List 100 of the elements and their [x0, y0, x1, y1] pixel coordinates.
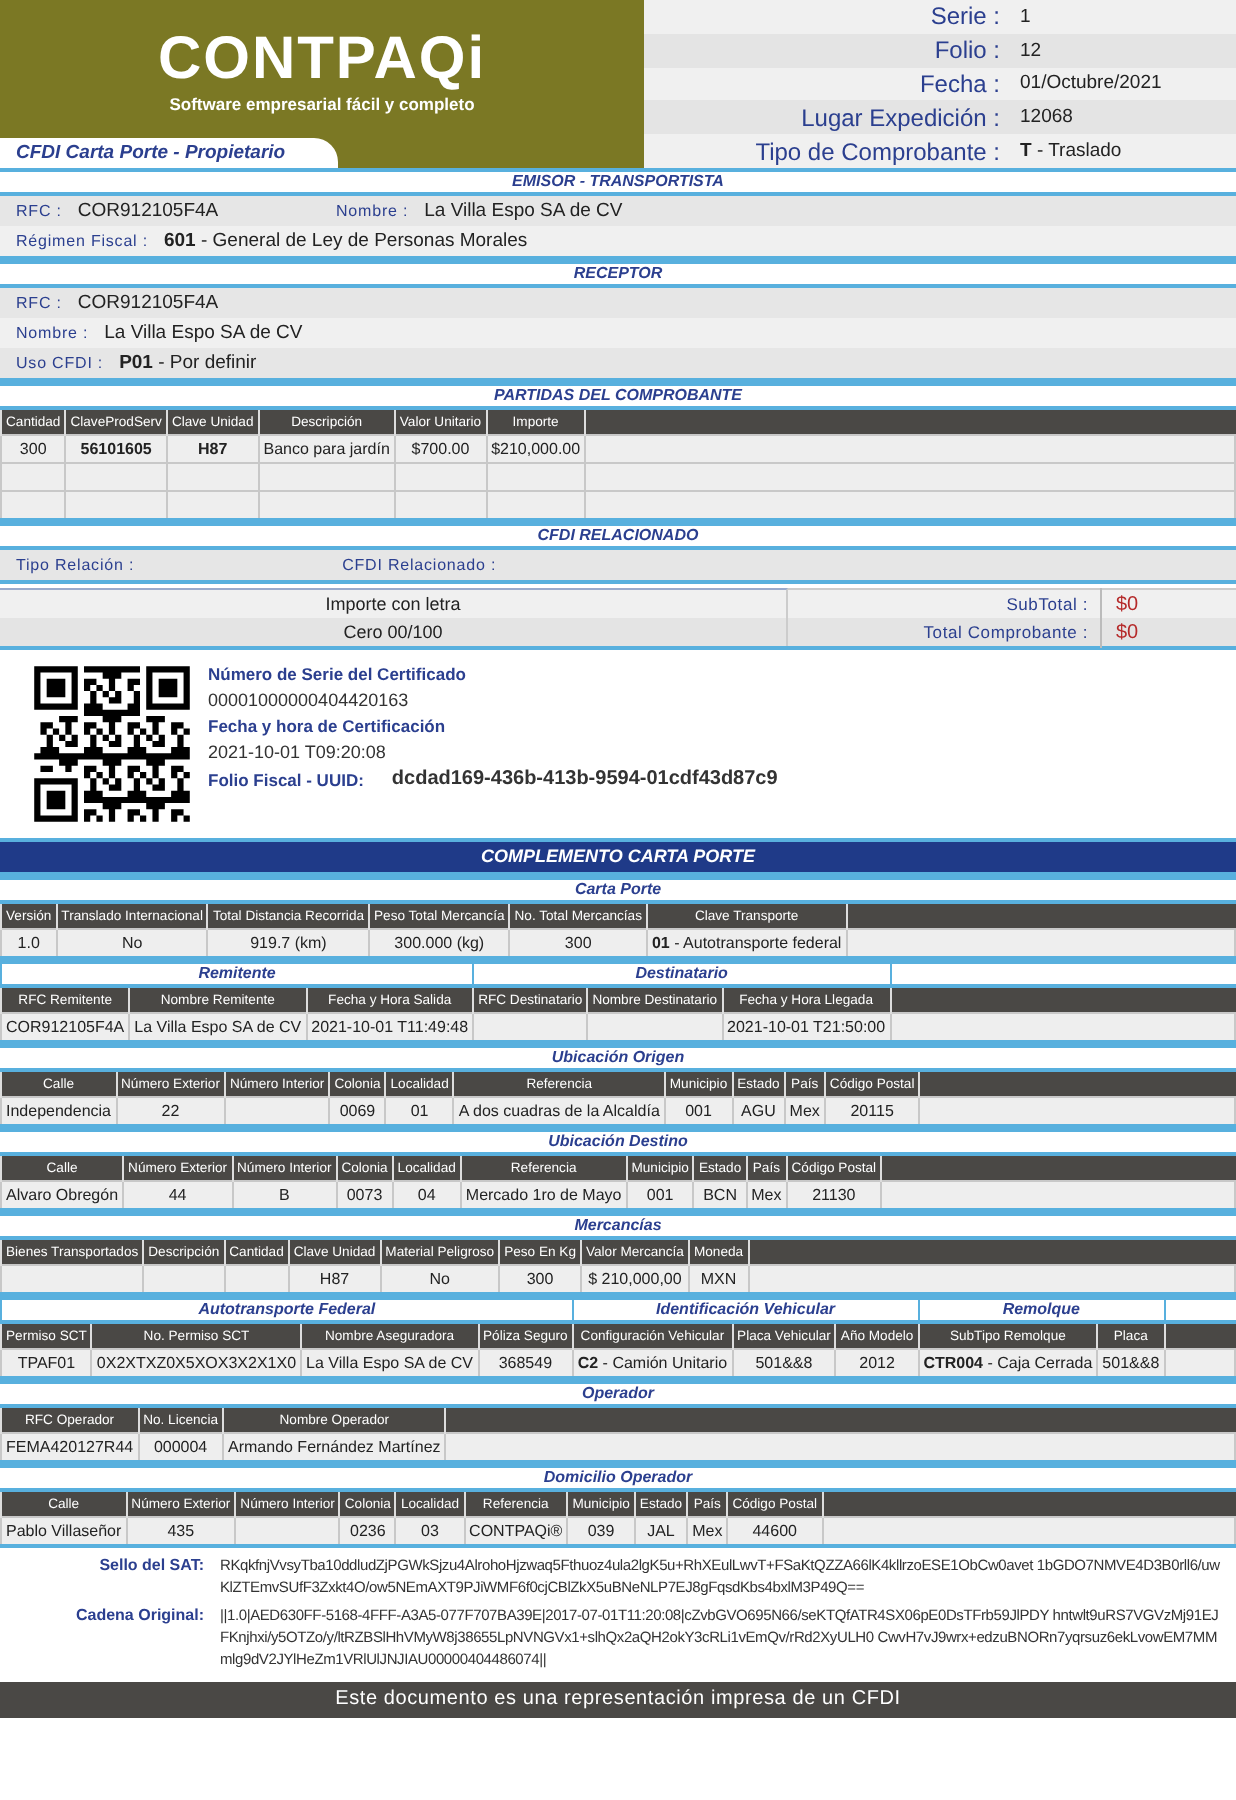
field-value: $0	[1114, 621, 1139, 643]
table-cell: 000004	[138, 1433, 223, 1462]
field-value: 00001000000404420163	[208, 690, 411, 710]
field-label: Tipo de Comprobante :	[753, 137, 1002, 166]
field-label: Régimen Fiscal :	[16, 232, 148, 250]
table-cell	[587, 1013, 723, 1042]
field-value: 601 - General de Ley de Personas Morales	[163, 230, 528, 252]
amount-in-words: Cero 00/100	[0, 618, 786, 646]
table-cell: BCN	[693, 1181, 747, 1210]
group-title: Autotransporte Federal	[1, 1298, 573, 1322]
table-cell: C2 - Camión Unitario	[572, 1349, 733, 1378]
field-label: Sello del SAT:	[97, 1554, 204, 1578]
table-cell: Mex	[746, 1181, 787, 1210]
table-cell: MXN	[688, 1265, 749, 1294]
table-cell	[143, 1265, 225, 1294]
table-cell: 01 - Autotransporte federal	[646, 929, 847, 958]
table-cell: AGU	[732, 1097, 785, 1126]
table-cell	[235, 1517, 340, 1546]
group-title: Remolque	[918, 1298, 1165, 1322]
field-label: Folio Fiscal - UUID:	[208, 769, 364, 789]
table-cell: 22	[116, 1097, 225, 1126]
footer-note: Este documento es una representación impresa de un CFDI	[0, 1682, 1236, 1718]
table-cell: 501&&8	[1097, 1349, 1165, 1378]
table-cell: Mex	[687, 1517, 728, 1546]
section-title: CFDI RELACIONADO	[0, 522, 1236, 550]
group-title: Destinatario	[473, 962, 891, 986]
table-cell: CTR004 - Caja Cerrada	[918, 1349, 1098, 1378]
table-cell	[224, 1265, 289, 1294]
table-cell: 21130	[786, 1181, 882, 1210]
table-cell: 0069	[329, 1097, 386, 1126]
table-cell: Mex	[784, 1097, 825, 1126]
table-cell: A dos cuadras de la Alcaldía	[453, 1097, 665, 1126]
table-cell: 04	[392, 1181, 461, 1210]
tagline: Software empresarial fácil y completo	[169, 94, 475, 114]
table-cell: La Villa Espo SA de CV	[301, 1349, 479, 1378]
table-cell: H87	[288, 1265, 381, 1294]
table-cell: No	[380, 1265, 500, 1294]
table-cell: Pablo Villaseñor	[1, 1517, 127, 1546]
field-value: 1	[1018, 5, 1031, 28]
table-cell: 300	[499, 1265, 581, 1294]
table-cell: 435	[126, 1517, 236, 1546]
table-cell: FEMA420127R44	[1, 1433, 139, 1462]
table-cell: 56101605	[65, 435, 167, 463]
table-cell: 300	[1, 435, 66, 463]
field-label: Fecha :	[917, 69, 1002, 98]
table-cell	[473, 1013, 588, 1042]
table-cell: 20115	[824, 1097, 920, 1126]
field-label: Tipo Relación :	[16, 556, 135, 574]
table-cell: CONTPAQi®	[464, 1517, 568, 1546]
section-title: EMISOR - TRANSPORTISTA	[0, 168, 1236, 196]
section-title: Carta Porte	[0, 876, 1236, 904]
field-value: dcdad169-436b-413b-9594-01cdf43d87c9	[391, 768, 778, 790]
table-cell: $210,000.00	[486, 435, 586, 463]
field-label: Total Comprobante :	[788, 616, 1102, 648]
table-cell: 03	[395, 1517, 465, 1546]
document-title: CFDI Carta Porte - Propietario	[0, 138, 338, 168]
section-title: Mercancías	[0, 1212, 1236, 1240]
table-cell: 919.7 (km)	[207, 929, 370, 958]
table-cell: $700.00	[394, 435, 487, 463]
table-cell: 039	[567, 1517, 635, 1546]
table-cell: Independencia	[1, 1097, 116, 1126]
field-label: Nombre :	[16, 324, 89, 342]
table-cell: La Villa Espo SA de CV	[129, 1013, 307, 1042]
group-title: Remitente	[1, 962, 474, 986]
field-label: RFC :	[16, 202, 62, 220]
table-cell: 2021-10-01 T21:50:00	[722, 1013, 891, 1042]
field-value: COR912105F4A	[77, 292, 219, 314]
table-cell: 0X2XTXZ0X5XOX3X2X1X0	[91, 1349, 302, 1378]
amount-in-words-label: Importe con letra	[0, 590, 786, 618]
field-label: Cadena Original:	[73, 1604, 204, 1628]
field-value: La Villa Espo SA de CV	[424, 200, 623, 222]
field-value: 2021-10-01 T09:20:08	[208, 742, 388, 762]
field-value: 01/Octubre/2021	[1018, 72, 1162, 95]
table-cell: Mercado 1ro de Mayo	[460, 1181, 627, 1210]
table-cell: 501&&8	[732, 1349, 836, 1378]
table-cell: 1.0	[1, 929, 57, 958]
table-cell: 01	[385, 1097, 454, 1126]
field-label: Lugar Expedición :	[799, 103, 1002, 132]
section-title: Domicilio Operador	[0, 1464, 1236, 1492]
table-cell: 300	[509, 929, 647, 958]
table-cell: B	[232, 1181, 337, 1210]
field-value: T - Traslado	[1018, 140, 1122, 163]
field-label: RFC :	[16, 294, 62, 312]
field-value: COR912105F4A	[77, 200, 219, 222]
table-cell: 001	[626, 1181, 694, 1210]
table-cell	[224, 1097, 330, 1126]
table-cell: 0236	[339, 1517, 396, 1546]
field-label: Nombre :	[336, 202, 409, 220]
table-cell: 300.000 (kg)	[369, 929, 510, 958]
section-title: Ubicación Origen	[0, 1044, 1236, 1072]
table-cell: No	[56, 929, 208, 958]
field-value: 12	[1018, 39, 1042, 62]
table-cell: $ 210,000,00	[580, 1265, 689, 1294]
section-title: Operador	[0, 1380, 1236, 1408]
table-cell: 2012	[835, 1349, 919, 1378]
table-cell: 44600	[727, 1517, 823, 1546]
section-title: PARTIDAS DEL COMPROBANTE	[0, 382, 1236, 410]
field-label: CFDI Relacionado :	[342, 556, 497, 574]
section-title: Ubicación Destino	[0, 1128, 1236, 1156]
table-cell: 368549	[478, 1349, 573, 1378]
